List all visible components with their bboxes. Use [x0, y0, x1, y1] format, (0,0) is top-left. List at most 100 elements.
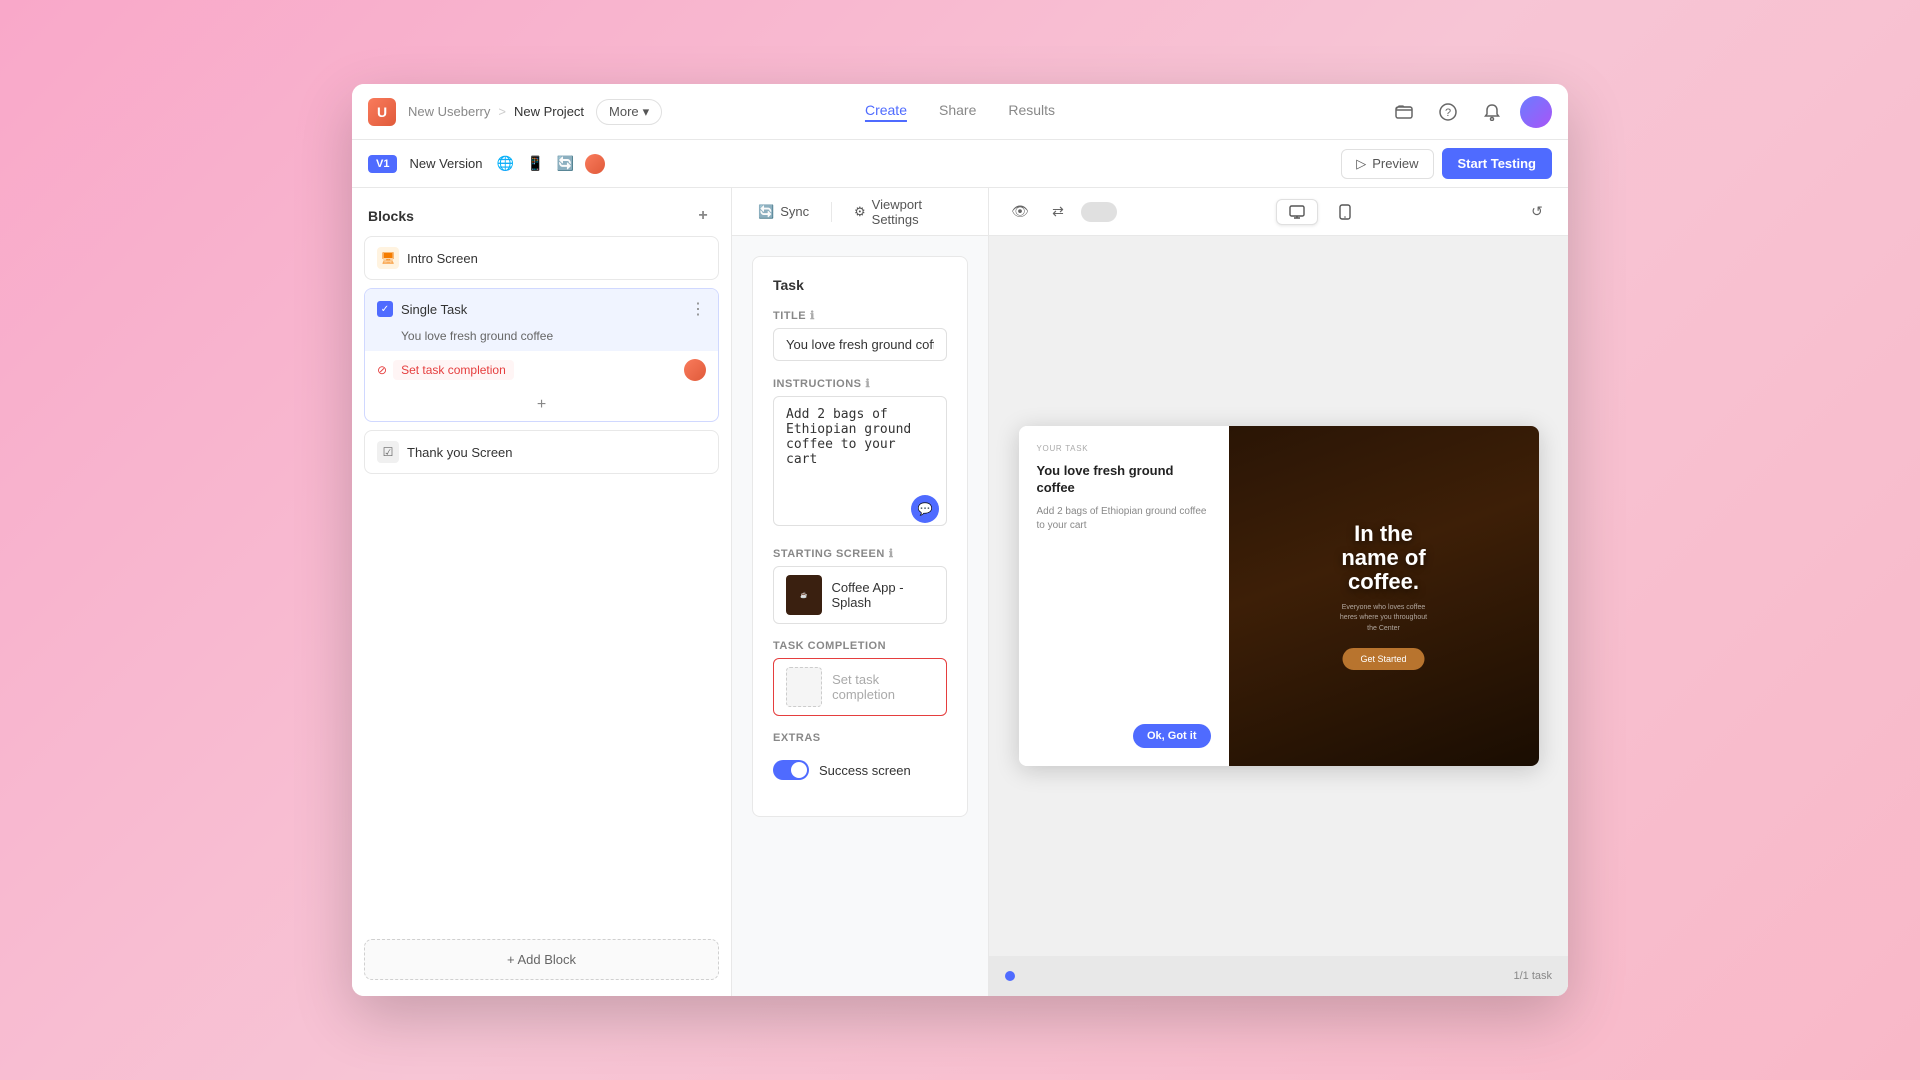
- coffee-app-preview: In the name of coffee. Everyone who love…: [1229, 426, 1539, 766]
- add-block-button[interactable]: + Add Block: [364, 939, 719, 980]
- extras-section: EXTRAS Success screen: [773, 732, 947, 780]
- task-overlay-description: Add 2 bags of Ethiopian ground coffee to…: [1037, 505, 1211, 533]
- user-avatar[interactable]: [1520, 96, 1552, 128]
- preview-toolbar: 👁 ⇄ ↺: [989, 188, 1568, 236]
- svg-text:?: ?: [1445, 107, 1451, 119]
- task-completion-warning: Set task completion: [393, 360, 514, 380]
- completion-placeholder: [786, 667, 822, 707]
- add-block-icon-button[interactable]: +: [691, 204, 715, 228]
- sub-navigation: V1 New Version 🌐 📱 🔄 ▷ Preview Start Tes…: [352, 140, 1568, 188]
- instructions-info-icon[interactable]: ℹ: [866, 377, 871, 390]
- desktop-device-button[interactable]: [1276, 199, 1318, 225]
- progress-text: 1/1 task: [1513, 970, 1552, 982]
- avatar-small-icon[interactable]: [584, 153, 606, 175]
- title-input[interactable]: [773, 328, 947, 361]
- sidebar-header: Blocks +: [352, 188, 731, 236]
- starting-screen-info-icon[interactable]: ℹ: [889, 547, 894, 560]
- preview-toggle[interactable]: [1081, 202, 1117, 222]
- success-screen-label: Success screen: [819, 763, 911, 778]
- starting-screen-section: STARTING SCREEN ℹ ☕ Coffee App - Splash: [773, 547, 947, 624]
- error-icon: ⊘: [377, 363, 387, 377]
- breadcrumb-current: New Project: [514, 104, 584, 119]
- sub-nav-icons: 🌐 📱 🔄: [494, 153, 606, 175]
- mobile-device-button[interactable]: [1326, 199, 1364, 225]
- coffee-headline: In the name of coffee.: [1244, 522, 1523, 595]
- starting-screen-name: Coffee App - Splash: [832, 580, 934, 610]
- help-icon[interactable]: ?: [1432, 96, 1464, 128]
- sidebar-scroll-area: 🖥 Intro Screen ✓ Single Task ⋮ You love …: [352, 236, 731, 931]
- task-overlay-title: You love fresh ground coffee: [1037, 463, 1211, 497]
- task-more-icon[interactable]: ⋮: [690, 299, 706, 319]
- starting-screen-selector[interactable]: ☕ Coffee App - Splash: [773, 566, 947, 624]
- notification-icon[interactable]: [1476, 96, 1508, 128]
- breadcrumb-parent: New Useberry: [408, 104, 490, 119]
- eye-icon[interactable]: 👁: [1005, 197, 1035, 227]
- sidebar-item-thank-you-screen[interactable]: ☑ Thank you Screen: [364, 430, 719, 474]
- center-panel: 🔄 Sync ⚙ Viewport Settings Task TITLE: [732, 188, 988, 996]
- tab-share[interactable]: Share: [939, 102, 976, 122]
- viewport-settings-button[interactable]: ⚙ Viewport Settings: [844, 191, 972, 233]
- completion-placeholder-text: Set task completion: [832, 672, 934, 702]
- coffee-app-content: In the name of coffee. Everyone who love…: [1244, 522, 1523, 670]
- task-panel-title: Task: [773, 277, 947, 293]
- task-completion-label: TASK COMPLETION: [773, 640, 947, 652]
- device-preview: YOUR TASK You love fresh ground coffee A…: [1019, 426, 1539, 766]
- single-task-block: ✓ Single Task ⋮ You love fresh ground co…: [364, 288, 719, 422]
- title-label: TITLE ℹ: [773, 309, 947, 322]
- single-task-subtitle: You love fresh ground coffee: [365, 329, 718, 351]
- center-content-area: Task TITLE ℹ INSTRUCTIONS ℹ: [732, 236, 988, 996]
- intro-screen-icon: 🖥: [377, 247, 399, 269]
- tab-results[interactable]: Results: [1008, 102, 1055, 122]
- tab-bar: Create Share Results: [865, 102, 1055, 122]
- task-checkbox[interactable]: ✓: [377, 301, 393, 317]
- success-screen-toggle[interactable]: [773, 760, 809, 780]
- instructions-label: INSTRUCTIONS ℹ: [773, 377, 947, 390]
- preview-button[interactable]: ▷ Preview: [1341, 149, 1433, 179]
- toggle-knob: [791, 762, 807, 778]
- viewport-icon: ⚙: [854, 204, 866, 220]
- blocks-sidebar: Blocks + 🖥 Intro Screen ✓ Single Task: [352, 188, 732, 996]
- task-panel: Task TITLE ℹ INSTRUCTIONS ℹ: [752, 256, 968, 817]
- preview-content: YOUR TASK You love fresh ground coffee A…: [989, 236, 1568, 956]
- top-navigation: U New Useberry > New Project More ▾ Crea…: [352, 84, 1568, 140]
- sidebar-item-intro-screen[interactable]: 🖥 Intro Screen: [364, 236, 719, 280]
- version-label: New Version: [409, 156, 482, 171]
- title-info-icon[interactable]: ℹ: [810, 309, 815, 322]
- navigation-dot[interactable]: [1005, 971, 1015, 981]
- task-completion-section: TASK COMPLETION Set task completion: [773, 640, 947, 716]
- starting-screen-thumbnail: ☕: [786, 575, 822, 615]
- globe-icon[interactable]: 🌐: [494, 153, 516, 175]
- your-task-label: YOUR TASK: [1037, 444, 1211, 453]
- thank-you-label: Thank you Screen: [407, 445, 513, 460]
- single-task-title: Single Task: [401, 302, 682, 317]
- preview-bottom-bar: 1/1 task: [989, 956, 1568, 996]
- sync-button[interactable]: 🔄 Sync: [748, 198, 819, 226]
- comment-button[interactable]: 💬: [911, 495, 939, 523]
- task-user-avatar: [684, 359, 706, 381]
- blocks-title: Blocks: [368, 208, 414, 224]
- single-task-header[interactable]: ✓ Single Task ⋮: [365, 289, 718, 329]
- tab-create[interactable]: Create: [865, 102, 907, 122]
- device-icons[interactable]: 📱: [524, 153, 546, 175]
- task-completion-row: ⊘ Set task completion: [365, 351, 718, 389]
- main-content: Blocks + 🖥 Intro Screen ✓ Single Task: [352, 188, 1568, 996]
- extras-label: EXTRAS: [773, 732, 947, 744]
- extras-row: Success screen: [773, 760, 947, 780]
- swap-icon[interactable]: ⇄: [1043, 197, 1073, 227]
- instructions-section: INSTRUCTIONS ℹ Add 2 bags of Ethiopian g…: [773, 377, 947, 531]
- reset-icon[interactable]: ↺: [1522, 197, 1552, 227]
- task-completion-selector[interactable]: Set task completion: [773, 658, 947, 716]
- sync-icon[interactable]: 🔄: [554, 153, 576, 175]
- ok-got-it-button[interactable]: Ok, Got it: [1133, 724, 1211, 748]
- coffee-get-started-button[interactable]: Get Started: [1342, 648, 1424, 670]
- starting-screen-label: STARTING SCREEN ℹ: [773, 547, 947, 560]
- more-button[interactable]: More ▾: [596, 99, 662, 125]
- folder-icon[interactable]: [1388, 96, 1420, 128]
- start-testing-button[interactable]: Start Testing: [1442, 148, 1553, 179]
- breadcrumb: New Useberry > New Project: [408, 104, 584, 119]
- center-toolbar: 🔄 Sync ⚙ Viewport Settings: [732, 188, 988, 236]
- task-add-button[interactable]: +: [530, 393, 554, 417]
- nav-right-actions: ?: [1388, 96, 1552, 128]
- toolbar-divider: [831, 202, 832, 222]
- sync-icon: 🔄: [758, 204, 774, 220]
